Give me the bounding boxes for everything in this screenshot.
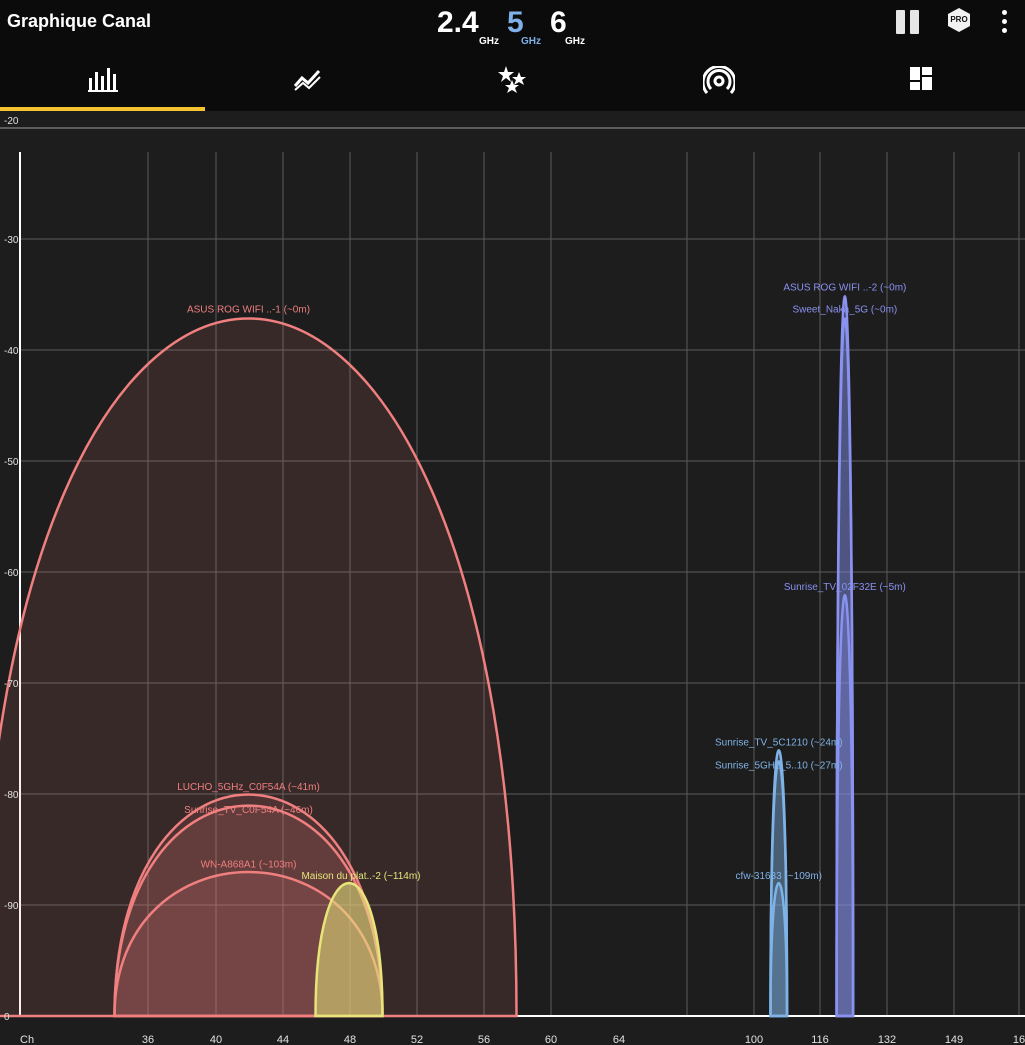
x-tick-label: 52 bbox=[411, 1034, 423, 1045]
pause-icon bbox=[896, 10, 905, 34]
x-tick-label: 64 bbox=[613, 1034, 625, 1045]
time-graph-icon bbox=[293, 69, 321, 91]
y-tick-label: -80 bbox=[4, 790, 19, 801]
band-6-ghz[interactable]: 6 GHz bbox=[550, 6, 585, 47]
network-label: Sunrise_TV_C0F54A (~46m) bbox=[184, 805, 313, 816]
page-title: Graphique Canal bbox=[7, 11, 152, 31]
x-tick-label: 56 bbox=[478, 1034, 490, 1045]
x-tick-label: 100 bbox=[745, 1034, 763, 1045]
x-tick-label: 44 bbox=[277, 1034, 289, 1045]
pause-button[interactable] bbox=[896, 10, 920, 34]
network-label: WN-A868A1 (~103m) bbox=[201, 860, 297, 871]
y-tick-label: -70 bbox=[4, 679, 19, 690]
network-label: Sunrise_TV_02F32E (~5m) bbox=[784, 582, 906, 593]
y-tick-label: 0 bbox=[4, 1012, 10, 1023]
app-bar: Graphique Canal 2.4 GHz 5 GHz 6 GHz PRO bbox=[0, 0, 1025, 56]
x-tick-label: 149 bbox=[945, 1034, 963, 1045]
network-label: Maison du plat..-2 (~114m) bbox=[301, 871, 420, 882]
tab-access-points[interactable] bbox=[615, 56, 820, 111]
pro-label: PRO bbox=[950, 15, 968, 24]
x-tick-label: 40 bbox=[210, 1034, 222, 1045]
tab-bar bbox=[0, 56, 1025, 111]
y-tick-label: -20 bbox=[4, 116, 19, 127]
x-tick-label: 116 bbox=[811, 1034, 829, 1045]
band-label: 6 bbox=[550, 6, 567, 39]
y-tick-label: -40 bbox=[4, 346, 19, 357]
x-tick-label: 36 bbox=[142, 1034, 154, 1045]
band-5-ghz[interactable]: 5 GHz bbox=[507, 6, 541, 47]
x-axis-label: Ch bbox=[20, 1034, 34, 1045]
tab-channel-graph[interactable] bbox=[0, 56, 205, 111]
y-tick-label: -50 bbox=[4, 457, 19, 468]
tab-time-graph[interactable] bbox=[205, 56, 410, 111]
network-label: Sweet_Naka_5G (~0m) bbox=[792, 305, 897, 316]
y-tick-label: -90 bbox=[4, 901, 19, 912]
tab-dashboard[interactable] bbox=[820, 56, 1025, 111]
network-label: cfw-31633 (~109m) bbox=[736, 871, 822, 882]
network-label: ASUS ROG WIFI ..-1 (~0m) bbox=[187, 305, 310, 316]
signal-curve bbox=[769, 881, 789, 1018]
network-label: Sunrise_TV_5C1210 (~24m) bbox=[715, 738, 843, 749]
dashboard-icon bbox=[910, 67, 932, 90]
channel-graph-chart: -20 -30 -40 -50 -60 -70 -80 -90 0 Ch 36 40 44 48 52 56 6… bbox=[0, 116, 1025, 1045]
more-options-button[interactable] bbox=[996, 10, 1014, 36]
band-unit: GHz bbox=[565, 36, 585, 47]
channel-graph-icon bbox=[88, 68, 118, 92]
channel-rating-icon bbox=[498, 66, 526, 93]
network-label: Sunrise_5GHz_5..10 (~27m) bbox=[715, 761, 843, 772]
band-2-4-ghz[interactable]: 2.4 GHz bbox=[437, 6, 499, 47]
pro-button[interactable]: PRO bbox=[946, 7, 972, 33]
band-label: 2.4 bbox=[437, 6, 479, 39]
tab-channel-rating[interactable] bbox=[410, 56, 615, 111]
signal-curve bbox=[835, 594, 855, 1018]
band-unit: GHz bbox=[521, 36, 541, 47]
x-tick-label: 16 bbox=[1013, 1034, 1025, 1045]
network-label: ASUS ROG WIFI ..-2 (~0m) bbox=[783, 283, 906, 294]
x-tick-label: 48 bbox=[344, 1034, 356, 1045]
access-points-icon bbox=[703, 66, 735, 94]
y-tick-label: -60 bbox=[4, 568, 19, 579]
network-label: LUCHO_5GHz_C0F54A (~41m) bbox=[177, 782, 320, 793]
x-tick-label: 132 bbox=[878, 1034, 896, 1045]
band-unit: GHz bbox=[479, 36, 499, 47]
y-tick-label: -30 bbox=[4, 235, 19, 246]
band-label: 5 bbox=[507, 6, 524, 39]
more-vert-icon bbox=[1002, 10, 1007, 15]
x-tick-label: 60 bbox=[545, 1034, 557, 1045]
